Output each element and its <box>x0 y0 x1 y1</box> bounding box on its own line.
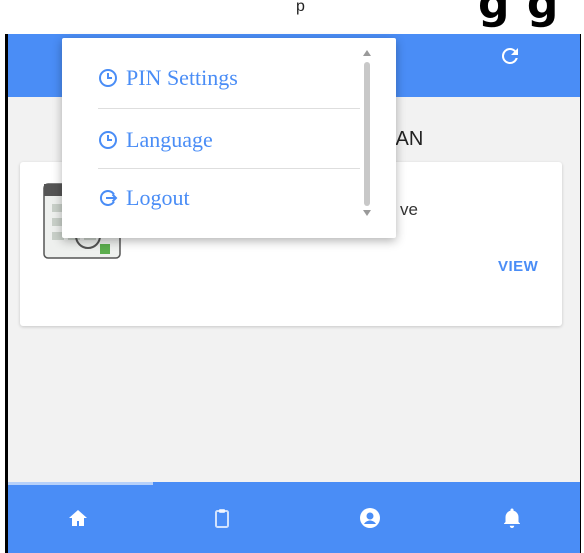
home-icon[interactable] <box>66 506 90 530</box>
menu-item-label: PIN Settings <box>126 65 238 90</box>
user-icon[interactable] <box>358 506 382 530</box>
view-button[interactable]: VIEW <box>498 258 538 275</box>
menu-item-label: Language <box>126 127 213 152</box>
clock-icon <box>99 131 117 149</box>
menu-scrollbar[interactable] <box>364 62 370 206</box>
card-description: ve <box>400 200 418 219</box>
clipboard-icon[interactable] <box>210 506 234 530</box>
settings-dropdown-menu: PIN Settings Language Logout <box>62 38 396 238</box>
scroll-up-arrow[interactable] <box>363 50 371 56</box>
clock-icon <box>99 69 117 87</box>
top-banner: p g g <box>0 0 584 34</box>
screen: p g g IAN ve VIEW PIN Settings Language … <box>0 0 584 553</box>
menu-item-pin-settings[interactable]: PIN Settings <box>98 56 360 100</box>
banner-partial-text: p <box>296 0 305 15</box>
active-tab-indicator <box>8 482 153 485</box>
banner-partial-bold: g g <box>478 0 560 29</box>
menu-item-language[interactable]: Language <box>98 118 360 162</box>
menu-item-logout[interactable]: Logout <box>98 176 360 220</box>
scroll-down-arrow[interactable] <box>363 210 371 216</box>
menu-item-label: Logout <box>126 185 190 210</box>
menu-divider <box>98 108 360 109</box>
bell-icon[interactable] <box>500 506 524 530</box>
logout-icon <box>100 190 118 206</box>
refresh-icon[interactable] <box>496 44 524 72</box>
menu-divider <box>98 168 360 169</box>
bottom-nav <box>8 482 580 553</box>
